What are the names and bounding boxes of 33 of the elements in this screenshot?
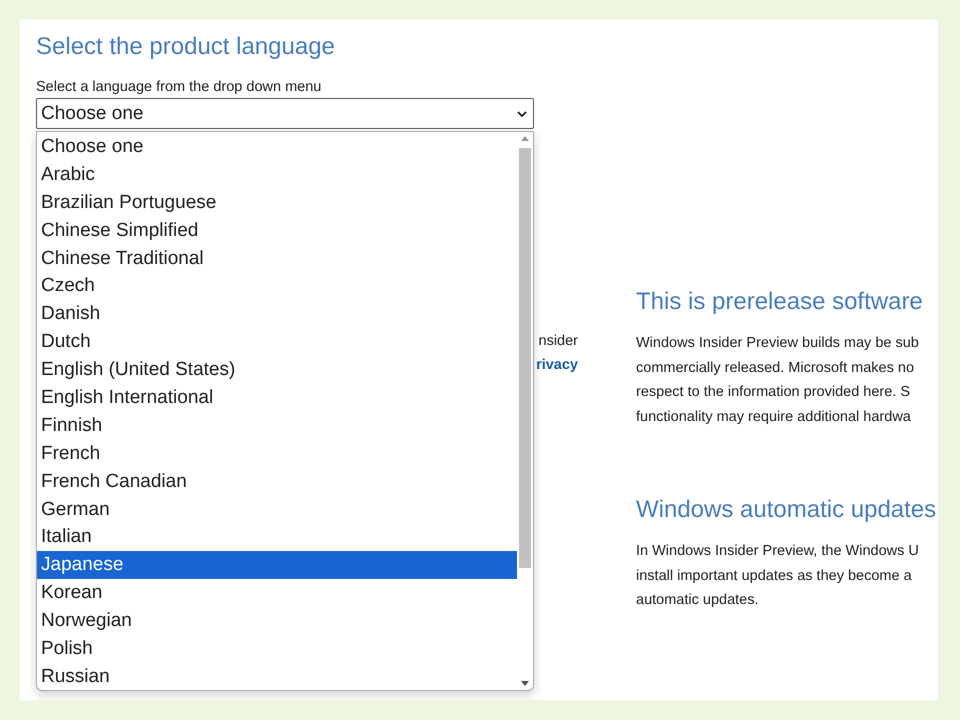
dropdown-option[interactable]: Arabic (37, 160, 517, 189)
dropdown-option[interactable]: French Canadian (37, 468, 517, 496)
dropdown-option[interactable]: Polish (37, 635, 517, 663)
dropdown-option[interactable]: Finnish (37, 412, 517, 440)
dropdown-option[interactable]: Italian (37, 523, 517, 552)
dropdown-option[interactable]: Czech (37, 272, 517, 300)
body-text: nsider (538, 332, 578, 351)
dropdown-option[interactable]: German (37, 496, 517, 524)
field-label: Select a language from the drop down menu (36, 78, 322, 96)
dropdown-option[interactable]: French (37, 440, 517, 468)
dropdown-option[interactable]: Chinese Traditional (37, 244, 517, 272)
section-heading: Select the product language (36, 32, 336, 62)
dropdown-option[interactable]: Japanese (37, 551, 517, 580)
dropdown-option[interactable]: English International (37, 384, 517, 412)
chevron-down-icon (517, 110, 527, 116)
dropdown-option[interactable]: Chinese Simplified (37, 216, 517, 245)
dropdown-option[interactable]: Choose one (37, 133, 517, 161)
section-heading: Windows automatic updates (636, 495, 938, 525)
dropdown-option[interactable]: Brazilian Portuguese (37, 188, 517, 217)
dropdown-option[interactable]: Norwegian (37, 607, 517, 636)
dropdown-option[interactable]: English (United States) (37, 356, 517, 384)
body-paragraph: Windows Insider Preview builds may be sub commercially released. Microsoft makes no respect to the information provided here. S functionality may require additional hardwa (636, 334, 920, 426)
dropdown-option[interactable]: Russian (37, 662, 517, 691)
scroll-up-icon[interactable] (521, 136, 529, 141)
scrollbar-thumb[interactable] (519, 148, 531, 568)
section-heading: This is prerelease software (636, 287, 924, 317)
dropdown-option[interactable]: Danish (37, 300, 517, 328)
privacy-link[interactable]: rivacy (536, 353, 578, 377)
language-select[interactable]: Choose one (36, 98, 534, 129)
body-paragraph: In Windows Insider Preview, the Windows U install important updates as they become a automatic updates. (636, 542, 920, 610)
dropdown-option[interactable]: Korean (37, 579, 517, 608)
dropdown-option[interactable]: Dutch (37, 328, 517, 356)
scroll-down-icon[interactable] (521, 681, 529, 686)
